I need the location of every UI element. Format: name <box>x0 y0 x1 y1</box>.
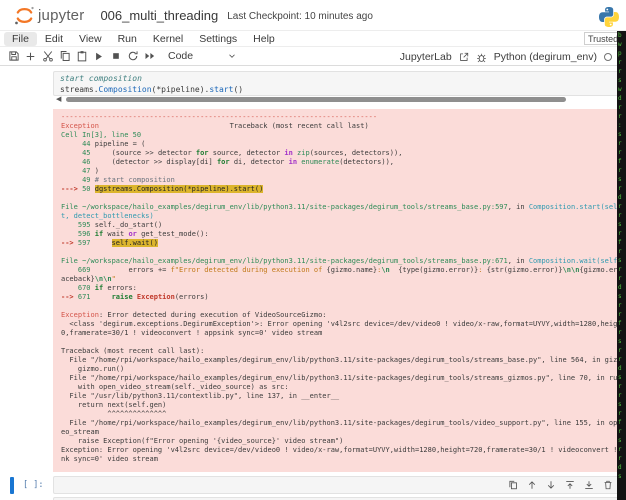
jupyter-notebook-window: jupyter 006_multi_threading Last Checkpo… <box>0 0 626 500</box>
duplicate-cell-button[interactable] <box>507 479 518 491</box>
restart-kernel-button[interactable] <box>124 48 141 64</box>
run-cell-button[interactable] <box>90 48 107 64</box>
insert-cell-button[interactable] <box>22 48 39 64</box>
menu-settings[interactable]: Settings <box>191 32 245 46</box>
save-button[interactable] <box>5 48 22 64</box>
empty-cell-editor[interactable] <box>53 476 622 494</box>
arrow-down-icon <box>547 481 554 489</box>
menu-run[interactable]: Run <box>110 32 145 46</box>
code-cell-hscrollbar: ◀ <box>53 96 622 104</box>
copy-cells-button[interactable] <box>56 48 73 64</box>
open-in-jupyterlab-link[interactable]: JupyterLab <box>400 51 452 63</box>
plus-icon <box>26 52 35 60</box>
insert-above-icon <box>565 481 574 489</box>
fast-forward-icon <box>145 53 154 59</box>
cut-cells-button[interactable] <box>39 48 56 64</box>
kernel-name[interactable]: Python (degirum_env) <box>494 51 597 63</box>
error-traceback-output: ----------------------------------------… <box>53 109 622 472</box>
save-icon <box>8 51 19 61</box>
debugger-bug-icon[interactable] <box>476 52 487 63</box>
restart-icon <box>128 51 138 61</box>
code-cell-source: start composition streams.Composition(*pi… <box>60 74 244 94</box>
active-cell-indicator <box>10 477 14 494</box>
insert-cell-above-button[interactable] <box>564 479 575 491</box>
terminal-strip-text: b w p r r s w d r r : s r r f r s r d r … <box>618 32 622 480</box>
jupyter-logo-icon <box>15 6 34 24</box>
jupyter-logo[interactable]: jupyter <box>14 5 84 26</box>
paste-icon <box>77 51 86 62</box>
hscroll-thumb[interactable] <box>66 97 566 102</box>
paste-cells-button[interactable] <box>73 48 90 64</box>
notebook-title[interactable]: 006_multi_threading <box>100 8 218 23</box>
duplicate-icon <box>508 480 517 490</box>
cell-toolbar <box>507 479 613 491</box>
code-cell-editor[interactable]: start composition streams.Composition(*pi… <box>53 71 622 96</box>
traceback-text: ----------------------------------------… <box>61 113 622 463</box>
external-link-icon[interactable] <box>459 52 469 62</box>
insert-below-icon <box>584 481 593 489</box>
stop-icon <box>112 53 119 59</box>
python-logo-icon <box>597 5 621 29</box>
menu-help[interactable]: Help <box>245 32 283 46</box>
menu-view[interactable]: View <box>71 32 110 46</box>
empty-cell-prompt: [ ]: <box>23 480 44 490</box>
move-cell-down-button[interactable] <box>545 479 556 491</box>
cell-type-chevron-icon[interactable] <box>223 48 240 64</box>
menubar: File Edit View Run Kernel Settings Help … <box>0 30 626 46</box>
interrupt-kernel-button[interactable] <box>107 48 124 64</box>
move-cell-up-button[interactable] <box>526 479 537 491</box>
notebook-toolbar: Code JupyterLab Python (degirum_env) <box>0 46 626 66</box>
checkpoint-status: Last Checkpoint: 10 minutes ago <box>227 10 373 22</box>
background-terminal-strip: b w p r r s w d r r : s r r f r s r d r … <box>617 31 626 500</box>
scissors-icon <box>42 51 53 62</box>
run-icon <box>96 52 102 60</box>
copy-icon <box>60 51 70 61</box>
kernel-status-icon[interactable] <box>604 53 612 61</box>
menu-file[interactable]: File <box>4 31 37 46</box>
jupyter-wordmark: jupyter <box>38 6 85 24</box>
insert-cell-below-button[interactable] <box>583 479 594 491</box>
titlebar: jupyter 006_multi_threading Last Checkpo… <box>0 0 626 30</box>
cell-type-select[interactable]: Code <box>168 50 193 62</box>
trash-icon <box>604 480 611 490</box>
menu-edit[interactable]: Edit <box>37 32 71 46</box>
restart-run-all-button[interactable] <box>141 48 158 64</box>
hscroll-left-arrow-icon[interactable]: ◀ <box>56 96 61 104</box>
arrow-up-icon <box>528 481 535 489</box>
menu-kernel[interactable]: Kernel <box>145 32 191 46</box>
delete-cell-button[interactable] <box>602 479 613 491</box>
